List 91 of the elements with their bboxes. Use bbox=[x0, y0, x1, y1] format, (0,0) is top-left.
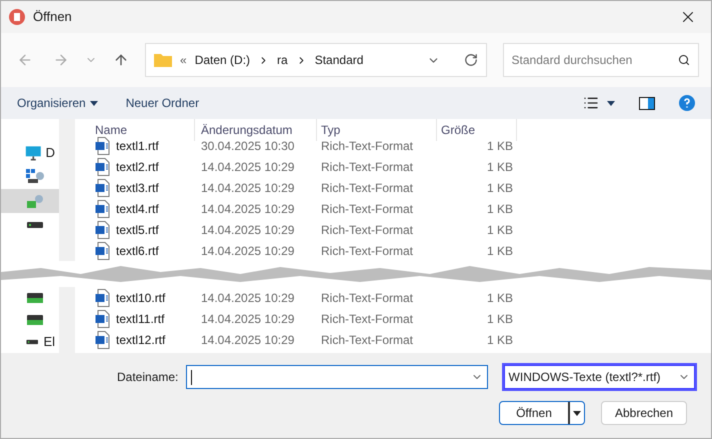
window-title: Öffnen bbox=[33, 8, 73, 26]
file-name: textl11.rtf bbox=[116, 310, 164, 328]
drive-icon bbox=[25, 292, 45, 304]
file-type: Rich-Text-Format bbox=[320, 158, 414, 176]
file-type: Rich-Text-Format bbox=[320, 138, 414, 154]
new-folder-button[interactable]: Neuer Ordner bbox=[126, 94, 200, 112]
search-icon bbox=[678, 54, 690, 66]
file-type-filter-dropdown[interactable]: WINDOWS-Texte (textl?*.rtf) bbox=[504, 365, 695, 389]
folder-icon bbox=[154, 53, 172, 67]
document-icon bbox=[95, 158, 111, 176]
file-row[interactable]: textl4.rtf 14.04.2025 10:29 Rich-Text-Format 1 KB bbox=[75, 198, 711, 219]
file-row[interactable]: textl5.rtf 14.04.2025 10:29 Rich-Text-Format 1 KB bbox=[75, 219, 711, 240]
file-type: Rich-Text-Format bbox=[320, 242, 414, 260]
drive-icon bbox=[25, 314, 45, 326]
drive-icon bbox=[25, 337, 40, 347]
caret-icon bbox=[573, 410, 581, 416]
modified-date: 14.04.2025 10:29 bbox=[200, 180, 296, 196]
sidebar-item[interactable]: D bbox=[1, 141, 59, 165]
file-name: textl4.rtf bbox=[116, 200, 159, 218]
document-icon bbox=[95, 220, 111, 238]
file-name: textl1.rtf bbox=[116, 138, 159, 154]
breadcrumb[interactable]: Standard bbox=[314, 51, 364, 69]
file-name-field[interactable] bbox=[186, 365, 488, 389]
address-bar[interactable]: « Daten (D:) ra Standard bbox=[145, 43, 487, 77]
document-icon bbox=[95, 178, 111, 196]
file-row[interactable]: textl12.rtf 14.04.2025 10:29 Rich-Text-Format 1 KB bbox=[75, 329, 711, 350]
file-size: 1 KB bbox=[486, 310, 513, 328]
document-icon bbox=[95, 200, 111, 218]
file-size: 1 KB bbox=[486, 200, 513, 218]
file-size: 1 KB bbox=[486, 222, 513, 238]
file-row[interactable]: textl10.rtf 14.04.2025 10:29 Rich-Text-Format 1 KB bbox=[75, 287, 711, 308]
modified-date: 30.04.2025 10:30 bbox=[200, 138, 296, 154]
file-name: textl2.rtf bbox=[116, 158, 159, 176]
modified-date: 14.04.2025 10:29 bbox=[200, 222, 296, 238]
file-type: Rich-Text-Format bbox=[320, 180, 414, 196]
refresh-icon[interactable] bbox=[464, 53, 478, 67]
caret-icon bbox=[90, 100, 98, 106]
search-box[interactable]: Standard durchsuchen bbox=[502, 43, 699, 77]
file-name: textl10.rtf bbox=[116, 290, 166, 306]
scrollbar-track[interactable] bbox=[59, 119, 75, 261]
document-icon bbox=[95, 242, 111, 260]
text-cursor bbox=[191, 370, 192, 384]
breadcrumb[interactable]: Daten (D:) bbox=[194, 51, 250, 69]
modified-date: 14.04.2025 10:29 bbox=[200, 290, 296, 306]
network-drive-icon bbox=[25, 192, 45, 210]
open-split-button[interactable]: Öffnen bbox=[499, 401, 585, 425]
sidebar-item[interactable]: El bbox=[1, 331, 59, 353]
document-icon bbox=[95, 288, 111, 306]
file-name: textl12.rtf bbox=[116, 332, 166, 348]
file-size: 1 KB bbox=[486, 138, 513, 154]
file-size: 1 KB bbox=[486, 158, 513, 176]
file-row[interactable]: textl11.rtf 14.04.2025 10:29 Rich-Text-Format 1 KB bbox=[75, 308, 711, 329]
cancel-button[interactable]: Abbrechen bbox=[601, 401, 687, 425]
file-name: textl3.rtf bbox=[116, 180, 159, 196]
file-type: Rich-Text-Format bbox=[320, 332, 414, 348]
file-name: textl5.rtf bbox=[116, 222, 159, 238]
file-name: textl6.rtf bbox=[116, 242, 159, 260]
network-icon bbox=[25, 168, 45, 186]
file-row[interactable]: textl3.rtf 14.04.2025 10:29 Rich-Text-Format 1 KB bbox=[75, 177, 711, 198]
file-type: Rich-Text-Format bbox=[320, 310, 414, 328]
file-size: 1 KB bbox=[486, 180, 513, 196]
drive-icon bbox=[25, 220, 45, 230]
dropdown-triangle-icon[interactable] bbox=[607, 100, 615, 106]
overflow-chevrons[interactable]: « bbox=[180, 51, 187, 69]
modified-date: 14.04.2025 10:29 bbox=[200, 310, 296, 328]
app-icon bbox=[9, 9, 25, 25]
document-icon bbox=[95, 136, 111, 154]
document-icon bbox=[95, 310, 111, 328]
organize-menu-button[interactable]: Organisieren bbox=[17, 94, 98, 112]
file-row[interactable]: textl6.rtf 14.04.2025 10:29 Rich-Text-Format 1 KB bbox=[75, 240, 711, 261]
file-size: 1 KB bbox=[486, 290, 513, 306]
view-list-icon[interactable] bbox=[583, 95, 599, 111]
search-input[interactable]: Standard durchsuchen bbox=[512, 51, 678, 69]
modified-date: 14.04.2025 10:29 bbox=[200, 332, 296, 348]
modified-date: 14.04.2025 10:29 bbox=[200, 158, 296, 176]
file-name-label: Dateiname: bbox=[117, 369, 178, 386]
right-arrow-icon bbox=[53, 52, 69, 68]
preview-pane-icon[interactable] bbox=[639, 96, 655, 110]
help-icon[interactable] bbox=[679, 95, 695, 111]
file-type: Rich-Text-Format bbox=[320, 222, 414, 238]
file-size: 1 KB bbox=[486, 242, 513, 260]
monitor-icon bbox=[25, 144, 42, 162]
file-type: Rich-Text-Format bbox=[320, 200, 414, 218]
breadcrumb[interactable]: ra bbox=[277, 51, 288, 69]
file-size: 1 KB bbox=[486, 332, 513, 348]
document-icon bbox=[95, 330, 111, 348]
file-type-filter-value: WINDOWS-Texte (textl?*.rtf) bbox=[508, 369, 662, 386]
modified-date: 14.04.2025 10:29 bbox=[200, 200, 296, 218]
file-row[interactable]: textl2.rtf 14.04.2025 10:29 Rich-Text-Format 1 KB bbox=[75, 156, 711, 177]
modified-date: 14.04.2025 10:29 bbox=[200, 242, 296, 260]
file-type: Rich-Text-Format bbox=[320, 290, 414, 306]
